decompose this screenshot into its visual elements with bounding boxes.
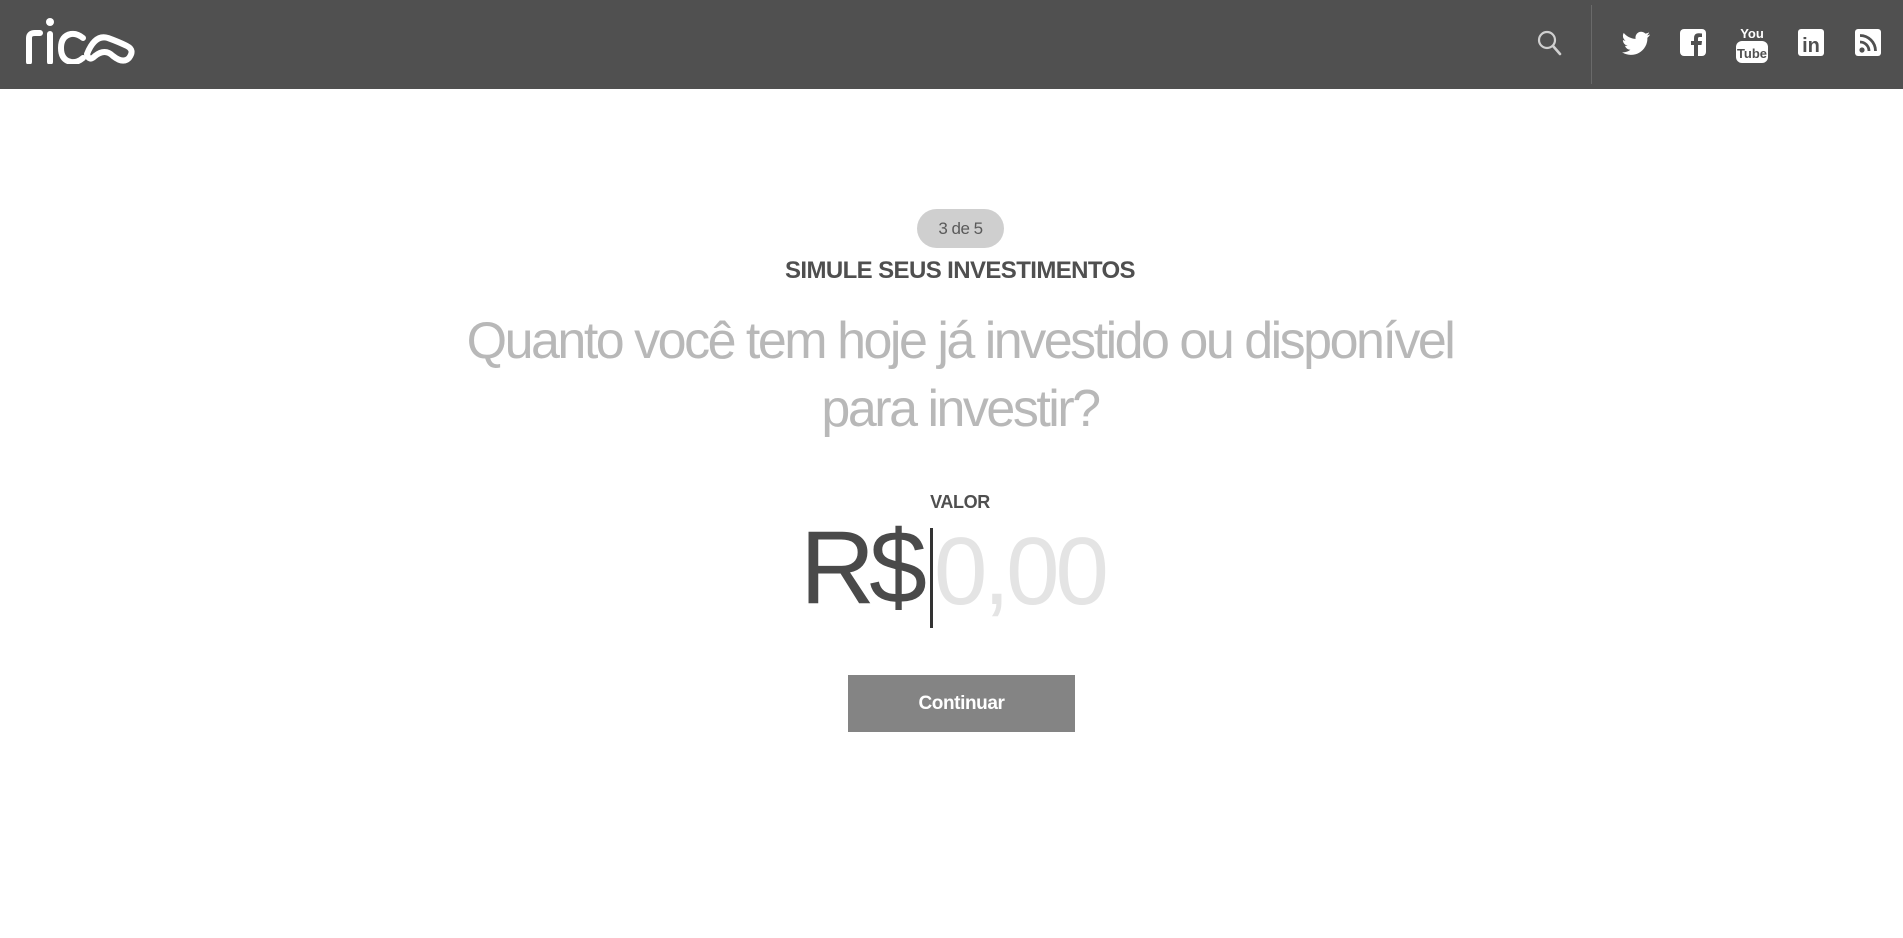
rico-logo[interactable] (25, 16, 135, 64)
rss-link[interactable] (1852, 25, 1884, 61)
youtube-top-text: You (1740, 26, 1764, 41)
search-icon (1537, 30, 1562, 56)
simulation-form: 3 de 5 SIMULE SEUS INVESTIMENTOS Quanto … (0, 89, 1903, 938)
rss-icon (1855, 29, 1881, 56)
youtube-bottom-text: Tube (1737, 46, 1767, 61)
youtube-link[interactable]: You Tube (1735, 25, 1768, 63)
linkedin-text: in (1802, 35, 1820, 57)
twitter-icon (1622, 31, 1650, 55)
twitter-link[interactable] (1620, 25, 1652, 61)
value-label: VALOR (930, 492, 990, 512)
facebook-icon (1680, 29, 1706, 56)
facebook-link[interactable] (1677, 25, 1709, 61)
text-cursor (930, 528, 933, 628)
top-header: You Tube in (0, 0, 1903, 89)
linkedin-icon: in (1798, 29, 1824, 57)
youtube-icon: You Tube (1736, 26, 1768, 63)
search-button[interactable] (1536, 28, 1564, 58)
currency-symbol: R$ (800, 510, 927, 626)
step-indicator: 3 de 5 (917, 209, 1004, 248)
continue-button[interactable]: Continuar (848, 675, 1075, 732)
linkedin-link[interactable]: in (1795, 25, 1827, 61)
section-kicker: SIMULE SEUS INVESTIMENTOS (785, 257, 1136, 284)
header-divider (1591, 5, 1592, 84)
amount-input[interactable] (934, 517, 1134, 627)
question-title: Quanto você tem hoje já investido ou dis… (466, 312, 1456, 438)
